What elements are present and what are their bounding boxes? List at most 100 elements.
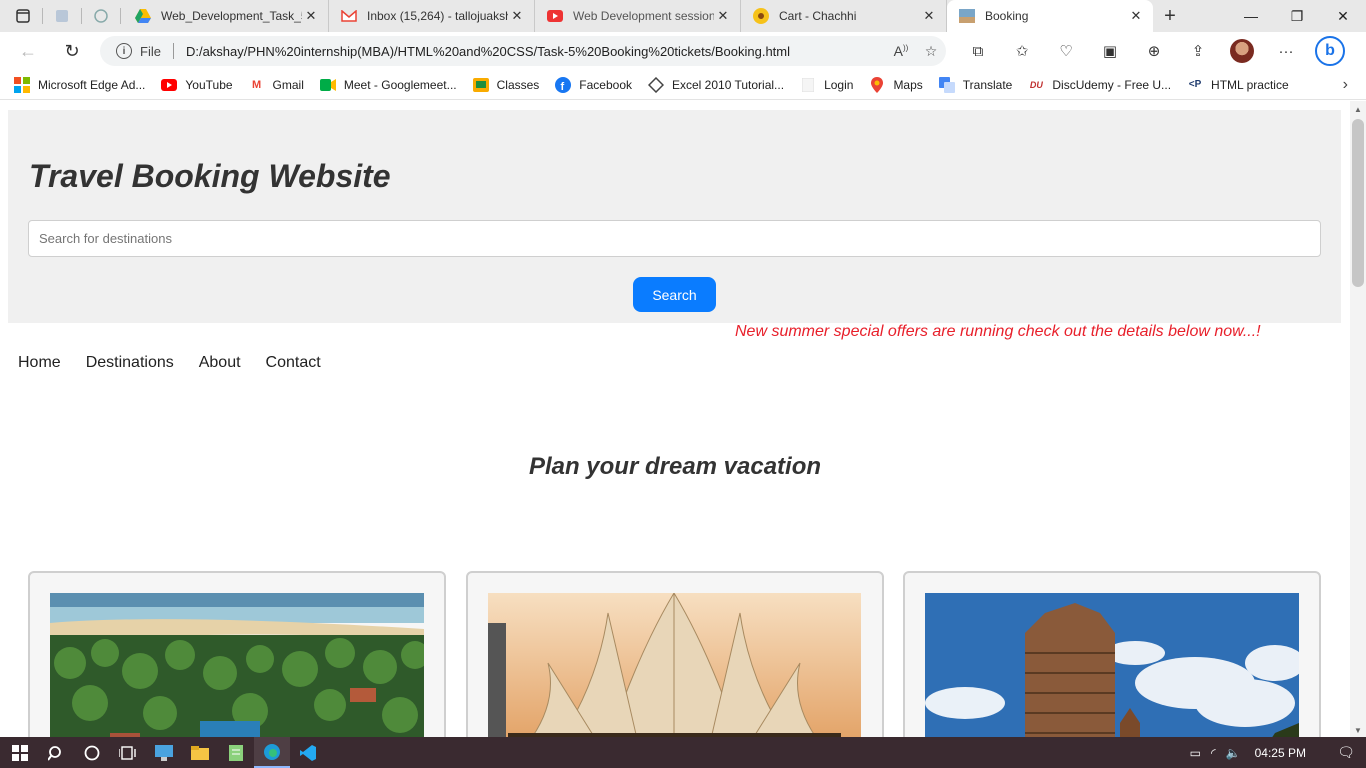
bookmark-html-practice[interactable]: <P HTML practice (1187, 77, 1289, 93)
offer-marquee: New summer special offers are running ch… (735, 323, 1261, 340)
bookmark-gmail[interactable]: M Gmail (249, 77, 304, 93)
bookmark-classes[interactable]: Classes (472, 77, 540, 93)
search-button[interactable]: Search (633, 277, 716, 312)
microsoft-icon (14, 76, 30, 93)
bookmark-label: Login (824, 77, 854, 92)
scroll-up-icon[interactable]: ▲ (1354, 105, 1362, 114)
notification-icon[interactable]: 🗨 (1326, 744, 1366, 761)
tab-gmail-inbox[interactable]: Inbox (15,264) - tallojuaksh ✕ (329, 0, 535, 32)
scroll-down-icon[interactable]: ▼ (1354, 726, 1362, 735)
bookmark-label: Maps (893, 77, 923, 92)
scrollbar-thumb[interactable] (1352, 119, 1364, 287)
google-meet-icon (319, 77, 336, 93)
minimize-icon[interactable]: — (1228, 0, 1274, 32)
tab-web-development-session[interactable]: Web Development session ✕ (535, 0, 741, 32)
volume-icon[interactable]: 🔈 (1226, 746, 1241, 760)
maps-icon (869, 76, 885, 93)
system-tray: ▭ ◜ 🔈 04:25 PM 🗨 (1180, 737, 1366, 768)
address-bar[interactable]: i File D:/akshay/PHN%20internship(MBA)/H… (100, 36, 946, 66)
favorites-icon[interactable]: ✩ (1000, 36, 1044, 66)
classroom-icon (472, 77, 489, 93)
info-icon[interactable]: i (116, 43, 132, 59)
nav-about[interactable]: About (199, 354, 241, 372)
chevron-right-icon[interactable]: › (1343, 76, 1348, 94)
close-tab-icon[interactable]: ✕ (920, 8, 938, 24)
share-icon[interactable]: ⇪ (1176, 36, 1220, 66)
extensions-icon[interactable]: ⧉ (956, 36, 1000, 66)
bookmark-label: DiscUdemy - Free U... (1052, 77, 1172, 92)
lotus-temple-image (488, 593, 862, 737)
tab-cart-chachhi[interactable]: Cart - Chachhi ✕ (741, 0, 947, 32)
svg-text:f: f (561, 81, 565, 93)
discudemy-icon: DU (1029, 79, 1043, 90)
edge-browser-icon[interactable] (254, 737, 290, 768)
windows-start-icon[interactable] (2, 737, 38, 768)
bookmark-discudemy[interactable]: DU DiscUdemy - Free U... (1028, 77, 1171, 93)
bookmark-label: Translate (962, 77, 1013, 92)
nav-contact[interactable]: Contact (266, 354, 321, 372)
clock-time[interactable]: 04:25 PM (1255, 746, 1306, 760)
math-solver-icon[interactable]: ▣ (1088, 36, 1132, 66)
task-view-icon[interactable] (110, 737, 146, 768)
youtube-icon (161, 77, 178, 93)
tab-booking[interactable]: Booking ✕ (947, 0, 1153, 32)
url-text[interactable]: D:/akshay/PHN%20internship(MBA)/HTML%20a… (186, 44, 886, 59)
collections-icon[interactable]: ⊕ (1132, 36, 1176, 66)
tab-web-development-task[interactable]: Web_Development_Task_5 ✕ (123, 0, 329, 32)
destination-card[interactable] (903, 571, 1321, 737)
nav-destinations[interactable]: Destinations (86, 354, 174, 372)
close-tab-icon[interactable]: ✕ (1127, 8, 1145, 24)
tab-title: Booking (985, 9, 1029, 23)
notepad-icon[interactable] (218, 737, 254, 768)
address-bar-row: ← ↻ i File D:/akshay/PHN%20internship(MB… (0, 32, 1366, 70)
browser-essentials-icon[interactable]: ♡ (1044, 36, 1088, 66)
add-favorite-icon[interactable]: ☆ (916, 43, 946, 60)
bookmark-youtube[interactable]: YouTube (161, 77, 233, 93)
vertical-scrollbar[interactable]: ▲ ▼ (1350, 101, 1366, 737)
tab-title: Web_Development_Task_5 (161, 9, 302, 23)
back-arrow-icon[interactable]: ← (10, 36, 46, 66)
windows-taskbar: ▭ ◜ 🔈 04:25 PM 🗨 (0, 737, 1366, 768)
beach-resort-image (50, 593, 424, 737)
section-heading: Plan your dream vacation (528, 453, 822, 480)
close-window-icon[interactable]: ✕ (1320, 0, 1366, 32)
battery-icon[interactable]: ▭ (1190, 746, 1201, 760)
search-input[interactable] (28, 220, 1321, 257)
bookmark-facebook[interactable]: f Facebook (555, 76, 632, 93)
settings-more-icon[interactable]: ··· (1264, 36, 1308, 66)
new-tab-icon[interactable]: + (1153, 0, 1187, 32)
wifi-icon[interactable]: ◜ (1211, 746, 1216, 760)
bookmark-translate[interactable]: Translate (938, 76, 1013, 93)
close-tab-icon[interactable]: ✕ (714, 8, 732, 24)
collections-icon[interactable] (47, 1, 77, 31)
destination-card[interactable] (466, 571, 884, 737)
bookmark-maps[interactable]: Maps (869, 76, 923, 93)
close-tab-icon[interactable]: ✕ (302, 8, 320, 24)
destination-card[interactable] (28, 571, 446, 737)
read-aloud-icon[interactable]: A)) (886, 43, 916, 59)
bing-copilot-icon[interactable]: b (1308, 36, 1352, 66)
stone-temple-image (925, 593, 1299, 737)
bookmark-microsoft-edge[interactable]: Microsoft Edge Ad... (14, 76, 145, 93)
desktop-app-icon[interactable] (146, 737, 182, 768)
close-tab-icon[interactable]: ✕ (508, 8, 526, 24)
restore-icon[interactable]: ❐ (1274, 0, 1320, 32)
vscode-icon[interactable] (290, 737, 326, 768)
tab-actions-icon[interactable] (8, 1, 38, 31)
bookmark-excel-tutorial[interactable]: Excel 2010 Tutorial... (648, 76, 784, 93)
bookmark-google-meet[interactable]: Meet - Googlemeet... (319, 77, 457, 93)
page-icon (959, 8, 975, 24)
refresh-icon[interactable]: ↻ (54, 36, 90, 66)
tab-title: Web Development session (573, 9, 714, 23)
profile-avatar[interactable] (1220, 36, 1264, 66)
nav-home[interactable]: Home (18, 354, 61, 372)
bookmark-label: Facebook (579, 77, 632, 92)
search-icon[interactable] (38, 737, 74, 768)
bookmark-login[interactable]: Login (800, 77, 853, 93)
file-explorer-icon[interactable] (182, 737, 218, 768)
bookmark-label: YouTube (185, 77, 233, 92)
bookmark-label: HTML practice (1211, 77, 1289, 92)
bookmark-label: Classes (496, 77, 540, 92)
cortana-icon[interactable] (74, 737, 110, 768)
chatgpt-icon[interactable] (86, 1, 116, 31)
